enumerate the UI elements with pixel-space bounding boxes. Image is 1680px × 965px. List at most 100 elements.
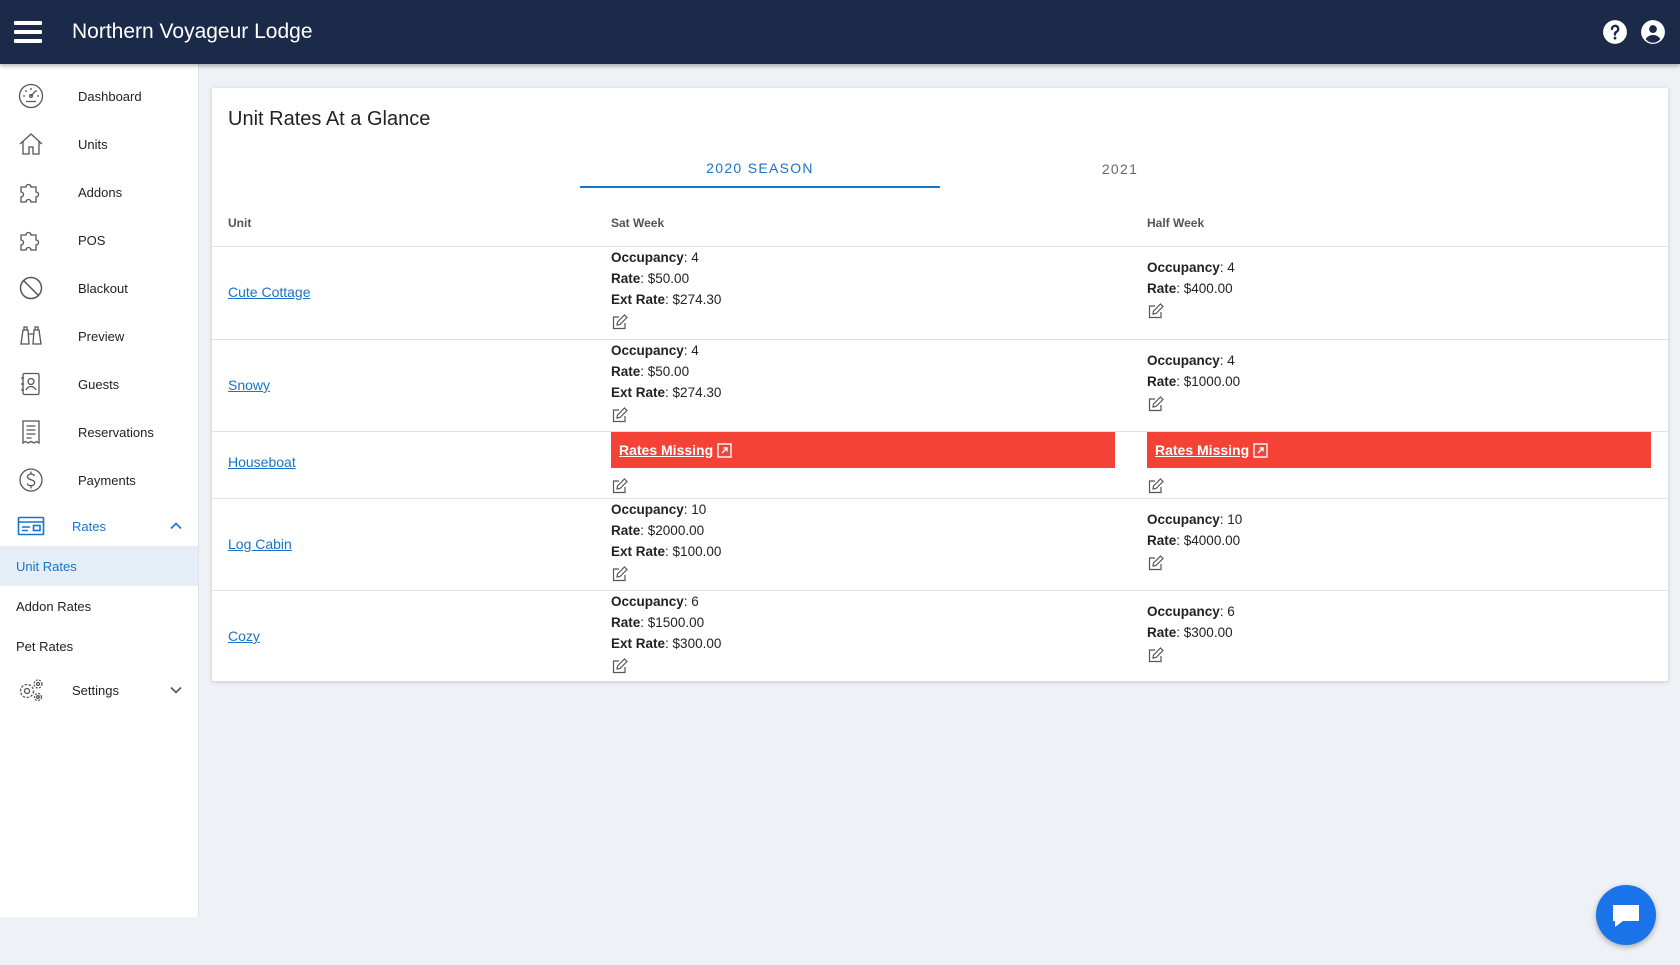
- account-icon[interactable]: [1640, 19, 1666, 45]
- ext-rate-label: Ext Rate: [611, 636, 666, 651]
- sidebar-subitem-pet-rates[interactable]: Pet Rates: [0, 626, 198, 666]
- rate-label: Rate: [611, 615, 641, 630]
- block-icon: [16, 273, 46, 303]
- sidebar-item-label: Dashboard: [78, 88, 142, 104]
- edit-icon[interactable]: [1147, 395, 1165, 413]
- rate-value: $1000.00: [1183, 374, 1241, 389]
- sidebar-item-settings[interactable]: Settings: [0, 666, 198, 714]
- rate-value: $300.00: [1183, 625, 1233, 640]
- unit-link[interactable]: Cozy: [228, 628, 260, 644]
- rates-card-icon: [16, 511, 46, 541]
- occupancy-label: Occupancy: [611, 502, 684, 517]
- rate-label: Rate: [611, 271, 641, 286]
- sidebar-item-label: Addons: [78, 184, 123, 200]
- edit-icon[interactable]: [611, 477, 629, 495]
- gears-icon: [16, 675, 46, 705]
- rates-missing-link[interactable]: Rates Missing: [619, 442, 732, 458]
- edit-icon[interactable]: [611, 657, 629, 675]
- sidebar-item-guests[interactable]: Guests: [0, 360, 198, 408]
- sidebar-item-reservations[interactable]: Reservations: [0, 408, 198, 456]
- half-week-rates: Occupancy: 6 Rate: $300.00: [1147, 601, 1235, 664]
- occupancy-value: 4: [1227, 260, 1235, 275]
- edit-icon[interactable]: [1147, 302, 1165, 320]
- sidebar-item-label: Blackout: [78, 280, 128, 296]
- sat-week-rates: Occupancy: 4 Rate: $50.00 Ext Rate: $274…: [611, 247, 721, 331]
- sidebar-item-units[interactable]: Units: [0, 120, 198, 168]
- sidebar-subitem-addon-rates[interactable]: Addon Rates: [0, 586, 198, 626]
- chevron-down-icon[interactable]: [168, 682, 184, 698]
- table-row: Snowy Occupancy: 4 Rate: $50.00 Ext Rate…: [212, 340, 1668, 432]
- table-row: Houseboat Rates Missing Rates Missing: [212, 432, 1668, 499]
- chevron-up-icon[interactable]: [168, 518, 184, 534]
- rates-missing-link[interactable]: Rates Missing: [1155, 442, 1268, 458]
- sidebar-item-label: Rates: [72, 518, 106, 534]
- ext-rate-label: Ext Rate: [611, 385, 666, 400]
- occupancy-value: 4: [691, 343, 699, 358]
- sidebar-item-label: POS: [78, 232, 106, 248]
- ext-rate-value: $100.00: [672, 544, 722, 559]
- rates-missing-label: Rates Missing: [1155, 442, 1250, 458]
- rate-value: $2000.00: [647, 523, 705, 538]
- edit-icon[interactable]: [1147, 646, 1165, 664]
- edit-icon[interactable]: [1147, 477, 1165, 495]
- unit-link[interactable]: Cute Cottage: [228, 284, 311, 300]
- sidebar-item-label: Preview: [78, 328, 125, 344]
- rate-value: $50.00: [647, 364, 690, 379]
- receipt-icon: [16, 417, 46, 447]
- tab-2020-season[interactable]: 2020 SEASON: [580, 150, 940, 188]
- table-header: Unit Sat Week Half Week: [212, 200, 1668, 247]
- unit-link[interactable]: Snowy: [228, 377, 270, 393]
- occupancy-value: 4: [1227, 353, 1235, 368]
- puzzle-icon: [16, 225, 46, 255]
- sidebar-item-pos[interactable]: POS: [0, 216, 198, 264]
- help-icon[interactable]: [1602, 19, 1628, 45]
- sidebar-subitem-unit-rates[interactable]: Unit Rates: [0, 546, 198, 586]
- half-week-rates: Occupancy: 4 Rate: $1000.00: [1147, 350, 1240, 413]
- occupancy-label: Occupancy: [611, 594, 684, 609]
- contact-book-icon: [16, 369, 46, 399]
- sidebar-item-label: Payments: [78, 472, 136, 488]
- rate-label: Rate: [611, 364, 641, 379]
- sidebar: Dashboard Units Addons POS Blackout Prev…: [0, 64, 199, 917]
- ext-rate-label: Ext Rate: [611, 292, 666, 307]
- occupancy-label: Occupancy: [1147, 260, 1220, 275]
- sidebar-item-dashboard[interactable]: Dashboard: [0, 72, 198, 120]
- edit-icon[interactable]: [611, 406, 629, 424]
- rate-label: Rate: [1147, 281, 1177, 296]
- season-tabs: 2020 SEASON 2021: [580, 150, 1300, 188]
- sat-week-rates: Occupancy: 4 Rate: $50.00 Ext Rate: $274…: [611, 340, 721, 424]
- sidebar-item-payments[interactable]: Payments: [0, 456, 198, 504]
- sidebar-item-preview[interactable]: Preview: [0, 312, 198, 360]
- edit-icon[interactable]: [611, 565, 629, 583]
- sidebar-item-blackout[interactable]: Blackout: [0, 264, 198, 312]
- occupancy-value: 6: [1227, 604, 1235, 619]
- rates-missing-banner: Rates Missing: [611, 432, 1115, 468]
- occupancy-value: 4: [691, 250, 699, 265]
- edit-icon[interactable]: [611, 313, 629, 331]
- unit-link[interactable]: Houseboat: [228, 454, 296, 470]
- rate-label: Rate: [1147, 374, 1177, 389]
- open-external-icon: [1253, 442, 1268, 458]
- half-week-rates: Occupancy: 10 Rate: $4000.00: [1147, 509, 1242, 572]
- sidebar-item-addons[interactable]: Addons: [0, 168, 198, 216]
- top-app-bar: Northern Voyageur Lodge: [0, 0, 1680, 64]
- occupancy-label: Occupancy: [611, 343, 684, 358]
- occupancy-value: 6: [691, 594, 699, 609]
- puzzle-icon: [16, 177, 46, 207]
- column-header-half-week: Half Week: [1147, 216, 1205, 230]
- edit-icon[interactable]: [1147, 554, 1165, 572]
- rate-value: $50.00: [647, 271, 690, 286]
- table-row: Log Cabin Occupancy: 10 Rate: $2000.00 E…: [212, 499, 1668, 591]
- chat-icon: [1613, 905, 1639, 927]
- menu-icon[interactable]: [14, 21, 42, 43]
- chat-button[interactable]: [1596, 885, 1656, 945]
- binoculars-icon: [16, 321, 46, 351]
- unit-rates-card: Unit Rates At a Glance 2020 SEASON 2021 …: [212, 88, 1668, 681]
- occupancy-label: Occupancy: [1147, 512, 1220, 527]
- occupancy-label: Occupancy: [611, 250, 684, 265]
- half-week-rates: Occupancy: 4 Rate: $400.00: [1147, 257, 1235, 320]
- sidebar-item-label: Units: [78, 136, 108, 152]
- tab-2021[interactable]: 2021: [940, 150, 1300, 188]
- unit-link[interactable]: Log Cabin: [228, 536, 292, 552]
- sidebar-item-rates[interactable]: Rates: [0, 506, 198, 546]
